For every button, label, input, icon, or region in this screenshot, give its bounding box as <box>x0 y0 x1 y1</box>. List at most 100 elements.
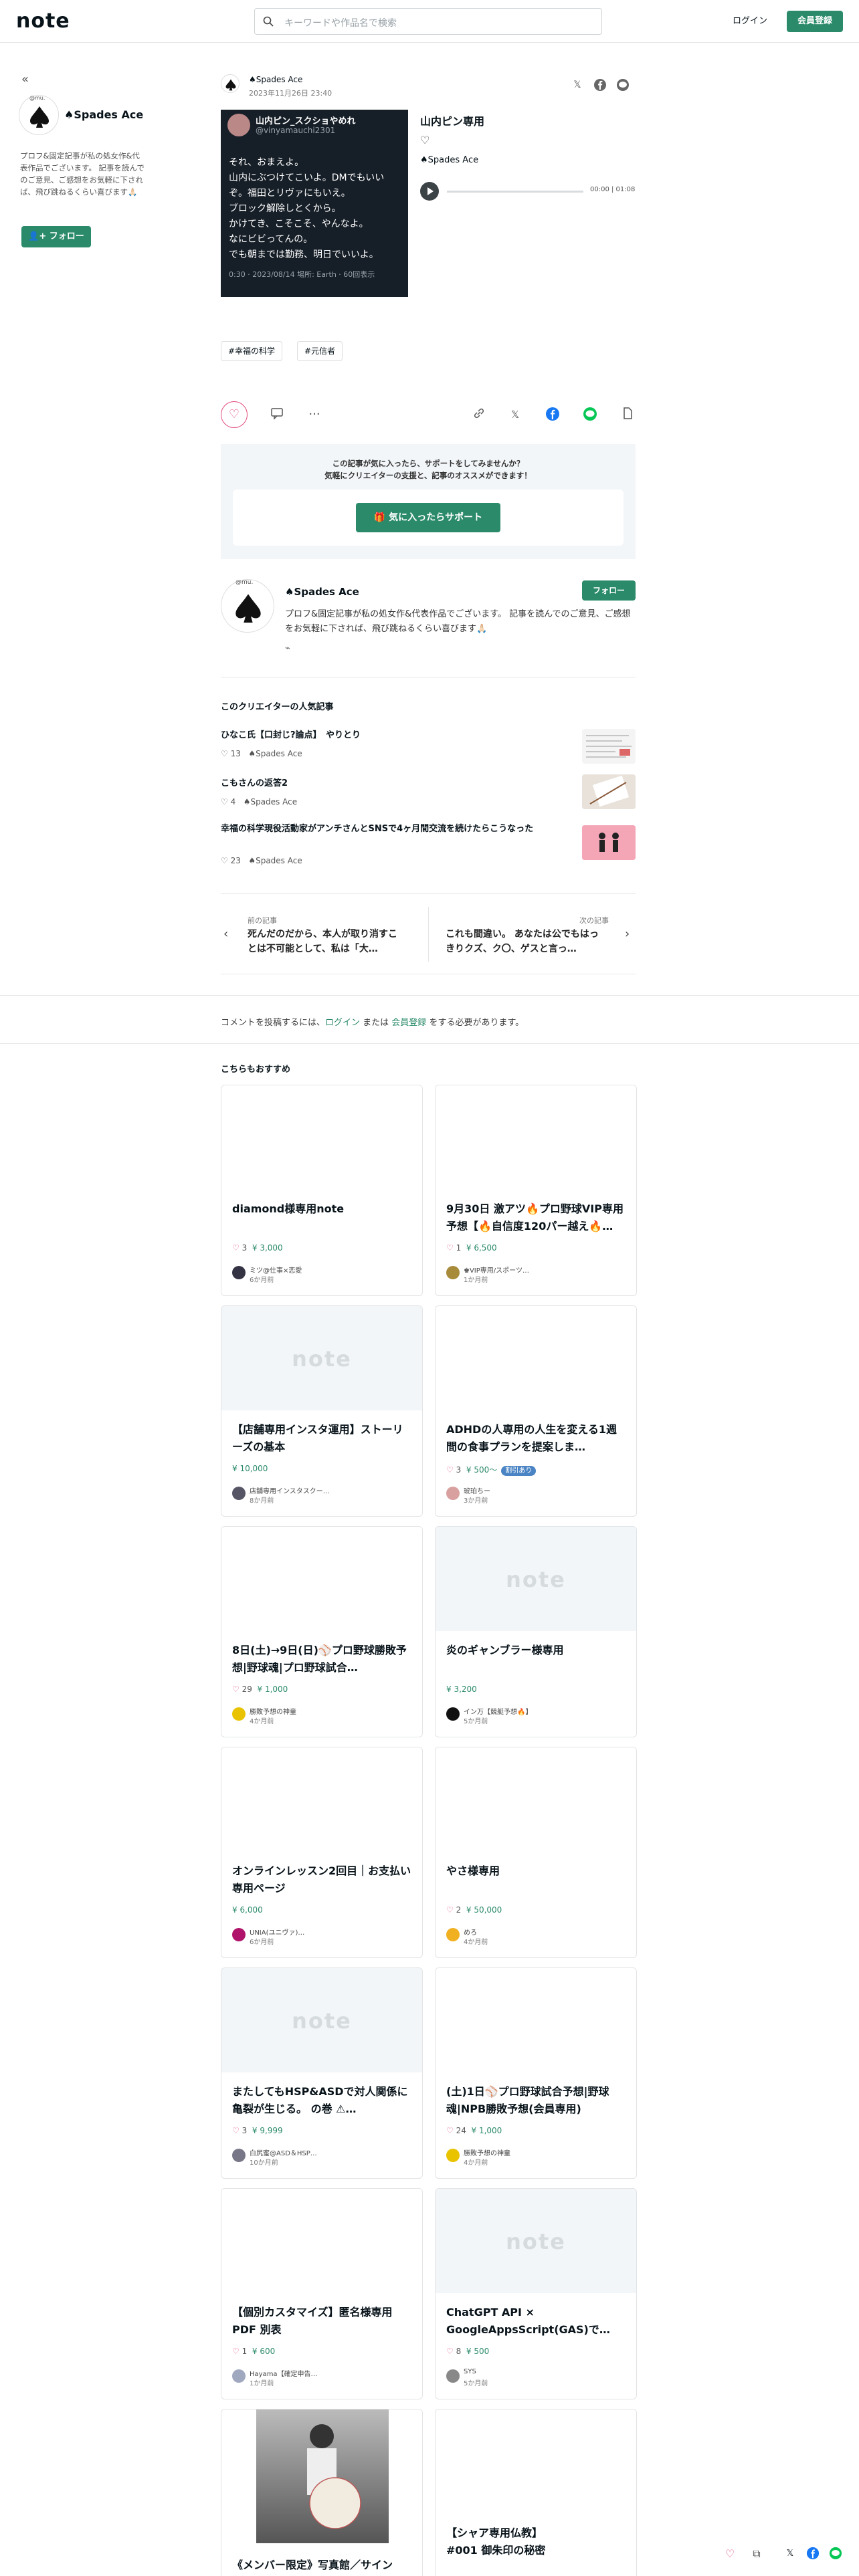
recommend-card[interactable]: note またしてもHSP&ASDで対人関係に亀裂が生じる。 の巻 ⚠… ♡ 3 ¥… <box>221 1967 423 2179</box>
recommend-card[interactable]: note 炎のギャンブラー様専用 ¥ 3,200 イン万【競艇予想🔥】 5か月前 <box>435 1526 637 1737</box>
author-avatar[interactable] <box>221 74 240 93</box>
creator-name[interactable]: 勝敗予想の神童 <box>250 1706 350 1716</box>
creator-name[interactable]: UNIA(ユニヴァ)… <box>250 1927 350 1937</box>
creator-name[interactable]: 勝敗予想の神童 <box>464 2147 564 2157</box>
recommend-card[interactable]: オンラインレッスン2回目｜お支払い専用ページ ¥ 6,000 UNIA(ユニヴァ)…… <box>221 1747 423 1958</box>
register-link[interactable]: 会員登録 <box>391 1018 426 1028</box>
creator-name[interactable]: 店舗専用インスタスクー… <box>250 1485 350 1495</box>
prev-article-link[interactable]: 死んだのだから、本人が取り消すことは不可能として、私は「大… <box>248 927 401 956</box>
line-share-icon[interactable] <box>828 2547 843 2561</box>
creator-avatar[interactable] <box>446 2369 460 2383</box>
popular-item-title[interactable]: こもさんの返答2 <box>221 777 575 790</box>
search-input[interactable]: キーワードや作品名で検索 <box>254 8 602 35</box>
follow-button[interactable]: フォロー <box>582 580 636 601</box>
recommend-card[interactable]: 【個別カスタマイズ】匿名様専用PDF 別表 ♡ 1 ¥ 600 Hayama【確定申… <box>221 2188 423 2399</box>
avatar[interactable] <box>19 95 59 135</box>
bookmark-float-icon[interactable]: ⧉ <box>749 2547 764 2561</box>
facebook-share-icon[interactable] <box>805 2547 820 2561</box>
card-title[interactable]: diamond様専用note <box>232 1200 413 1218</box>
card-title[interactable]: やさ様専用 <box>446 1862 627 1880</box>
hashtag-chip[interactable]: #幸福の科学 <box>221 341 283 361</box>
facebook-share-icon[interactable] <box>593 78 607 92</box>
popular-item-thumbnail[interactable] <box>582 825 636 860</box>
creator-name[interactable]: イン万【競艇予想🔥】 <box>464 1706 564 1716</box>
creator-avatar[interactable] <box>232 1487 246 1500</box>
like-button[interactable]: ♡ <box>221 401 248 428</box>
card-title[interactable]: オンラインレッスン2回目｜お支払い専用ページ <box>232 1862 413 1897</box>
x-share-icon[interactable]: 𝕏 <box>570 78 585 92</box>
collapse-sidebar-icon[interactable]: « <box>21 72 29 86</box>
hashtag-chip[interactable]: #元信者 <box>297 341 343 361</box>
x-share-icon[interactable]: 𝕏 <box>507 407 523 423</box>
creator-avatar[interactable] <box>232 1266 246 1279</box>
recommend-card[interactable]: 《メンバー限定》写真館／サイン <box>221 2409 423 2576</box>
creator-name[interactable]: SYS <box>464 2368 564 2375</box>
creator-name[interactable]: 琥珀ちー <box>464 1485 564 1495</box>
card-title[interactable]: 9月30日 激アツ🔥プロ野球VIP専用予想【🔥自信度120パー越え🔥… <box>446 1200 627 1235</box>
recommend-card[interactable]: 【シャア専用仏教】 #001 御朱印の秘密 <box>435 2409 637 2576</box>
heart-icon[interactable]: ♡ <box>420 134 430 146</box>
note-logo[interactable]: note <box>16 9 70 33</box>
audio-progress-bar[interactable] <box>447 191 583 193</box>
card-title[interactable]: 【シャア専用仏教】 #001 御朱印の秘密 <box>446 2525 627 2559</box>
like-float-icon[interactable]: ♡ <box>723 2547 737 2561</box>
creator-name[interactable]: Hayama【確定申告… <box>250 2368 350 2378</box>
comment-icon[interactable] <box>269 407 285 423</box>
chevron-right-icon[interactable]: › <box>625 927 630 941</box>
x-share-icon[interactable]: 𝕏 <box>783 2547 797 2561</box>
creator-avatar[interactable] <box>446 1707 460 1721</box>
creator-avatar[interactable] <box>446 1266 460 1279</box>
register-button[interactable]: 会員登録 <box>787 11 843 32</box>
creator-avatar[interactable] <box>446 1928 460 1941</box>
card-title[interactable]: またしてもHSP&ASDで対人関係に亀裂が生じる。 の巻 ⚠… <box>232 2083 413 2118</box>
creator-name[interactable]: ♠Spades Ace <box>64 108 143 121</box>
creator-avatar[interactable] <box>446 2149 460 2162</box>
facebook-share-icon[interactable] <box>545 407 561 423</box>
creator-avatar[interactable] <box>232 1707 246 1721</box>
next-article-link[interactable]: これも間違い。 あなたは公でもはっきりクズ、ク〇、ゲスと言っ… <box>446 927 599 956</box>
follow-button[interactable]: 👤+ フォロー <box>21 226 91 247</box>
recommend-card[interactable]: やさ様専用 ♡ 2 ¥ 50,000 めろ 4か月前 <box>435 1747 637 1958</box>
recommend-card[interactable]: 9月30日 激アツ🔥プロ野球VIP専用予想【🔥自信度120パー越え🔥… ♡ 1 ¥… <box>435 1085 637 1296</box>
popular-item-title[interactable]: 幸福の科学現役活動家がアンチさんとSNSで4ヶ月間交流を続けたらこうなった <box>221 823 575 836</box>
chevron-left-icon[interactable]: ‹ <box>223 927 228 941</box>
card-title[interactable]: (土)1日⚾プロ野球試合予想|野球魂|NPB勝敗予想(会員専用) <box>446 2083 627 2118</box>
embed-icon[interactable] <box>619 407 636 423</box>
recommend-card[interactable]: diamond様専用note ♡ 3 ¥ 3,000 ミツ@仕事×恋愛 6か月前 <box>221 1085 423 1296</box>
card-title[interactable]: 《メンバー限定》写真館／サイン <box>232 2557 413 2574</box>
rss-icon[interactable]: ⌁ <box>285 643 290 653</box>
card-title[interactable]: 炎のギャンブラー様専用 <box>446 1642 627 1659</box>
creator-name[interactable]: ♚VIP専用/スポーツ… <box>464 1265 564 1275</box>
creator-name[interactable]: ミツ@仕事×恋愛 <box>250 1265 350 1275</box>
creator-name[interactable]: 白尻蜜@ASD＆HSP… <box>250 2147 350 2157</box>
line-share-icon[interactable] <box>615 78 630 92</box>
line-share-icon[interactable] <box>582 407 598 423</box>
recommend-card[interactable]: note 【店舗専用インスタ運用】ストーリーズの基本 ¥ 10,000 店舗専用インス… <box>221 1305 423 1517</box>
recommend-card[interactable]: note ChatGPT API × GoogleAppsScript(GAS)で… <box>435 2188 637 2399</box>
popular-item-title[interactable]: ひなこ氏【口封じ?論点】 やりとり <box>221 729 575 742</box>
more-options-icon[interactable]: ··· <box>306 407 322 423</box>
creator-avatar[interactable] <box>446 1487 460 1500</box>
play-button[interactable] <box>420 182 439 201</box>
recommend-card[interactable]: 8日(土)→9日(日)⚾プロ野球勝敗予想|野球魂|プロ野球試合… ♡ 29 ¥ 1… <box>221 1526 423 1737</box>
creator-name[interactable]: ♠Spades Ace <box>285 586 359 598</box>
creator-name[interactable]: めろ <box>464 1927 564 1937</box>
support-button[interactable]: 🎁 気に入ったらサポート <box>356 503 500 532</box>
creator-avatar[interactable] <box>232 2149 246 2162</box>
popular-item-thumbnail[interactable] <box>582 774 636 809</box>
author-name[interactable]: ♠Spades Ace <box>249 75 302 84</box>
avatar[interactable] <box>221 579 274 633</box>
recommend-card[interactable]: (土)1日⚾プロ野球試合予想|野球魂|NPB勝敗予想(会員専用) ♡ 24 ¥ 1… <box>435 1967 637 2179</box>
card-title[interactable]: 【個別カスタマイズ】匿名様専用PDF 別表 <box>232 2304 413 2339</box>
card-title[interactable]: ADHDの人専用の人生を変える1週間の食事プランを提案しま… <box>446 1421 627 1456</box>
login-button[interactable]: ログイン <box>727 12 773 31</box>
link-icon[interactable] <box>471 407 487 423</box>
creator-avatar[interactable] <box>232 2369 246 2383</box>
recommend-card[interactable]: ADHDの人専用の人生を変える1週間の食事プランを提案しま… ♡ 3 ¥ 500〜… <box>435 1305 637 1517</box>
card-title[interactable]: 8日(土)→9日(日)⚾プロ野球勝敗予想|野球魂|プロ野球試合… <box>232 1642 413 1677</box>
creator-avatar[interactable] <box>232 1928 246 1941</box>
login-link[interactable]: ログイン <box>325 1018 360 1028</box>
card-title[interactable]: 【店舗専用インスタ運用】ストーリーズの基本 <box>232 1421 413 1456</box>
card-title[interactable]: ChatGPT API × GoogleAppsScript(GAS)で… <box>446 2304 627 2339</box>
popular-item-thumbnail[interactable] <box>582 729 636 764</box>
